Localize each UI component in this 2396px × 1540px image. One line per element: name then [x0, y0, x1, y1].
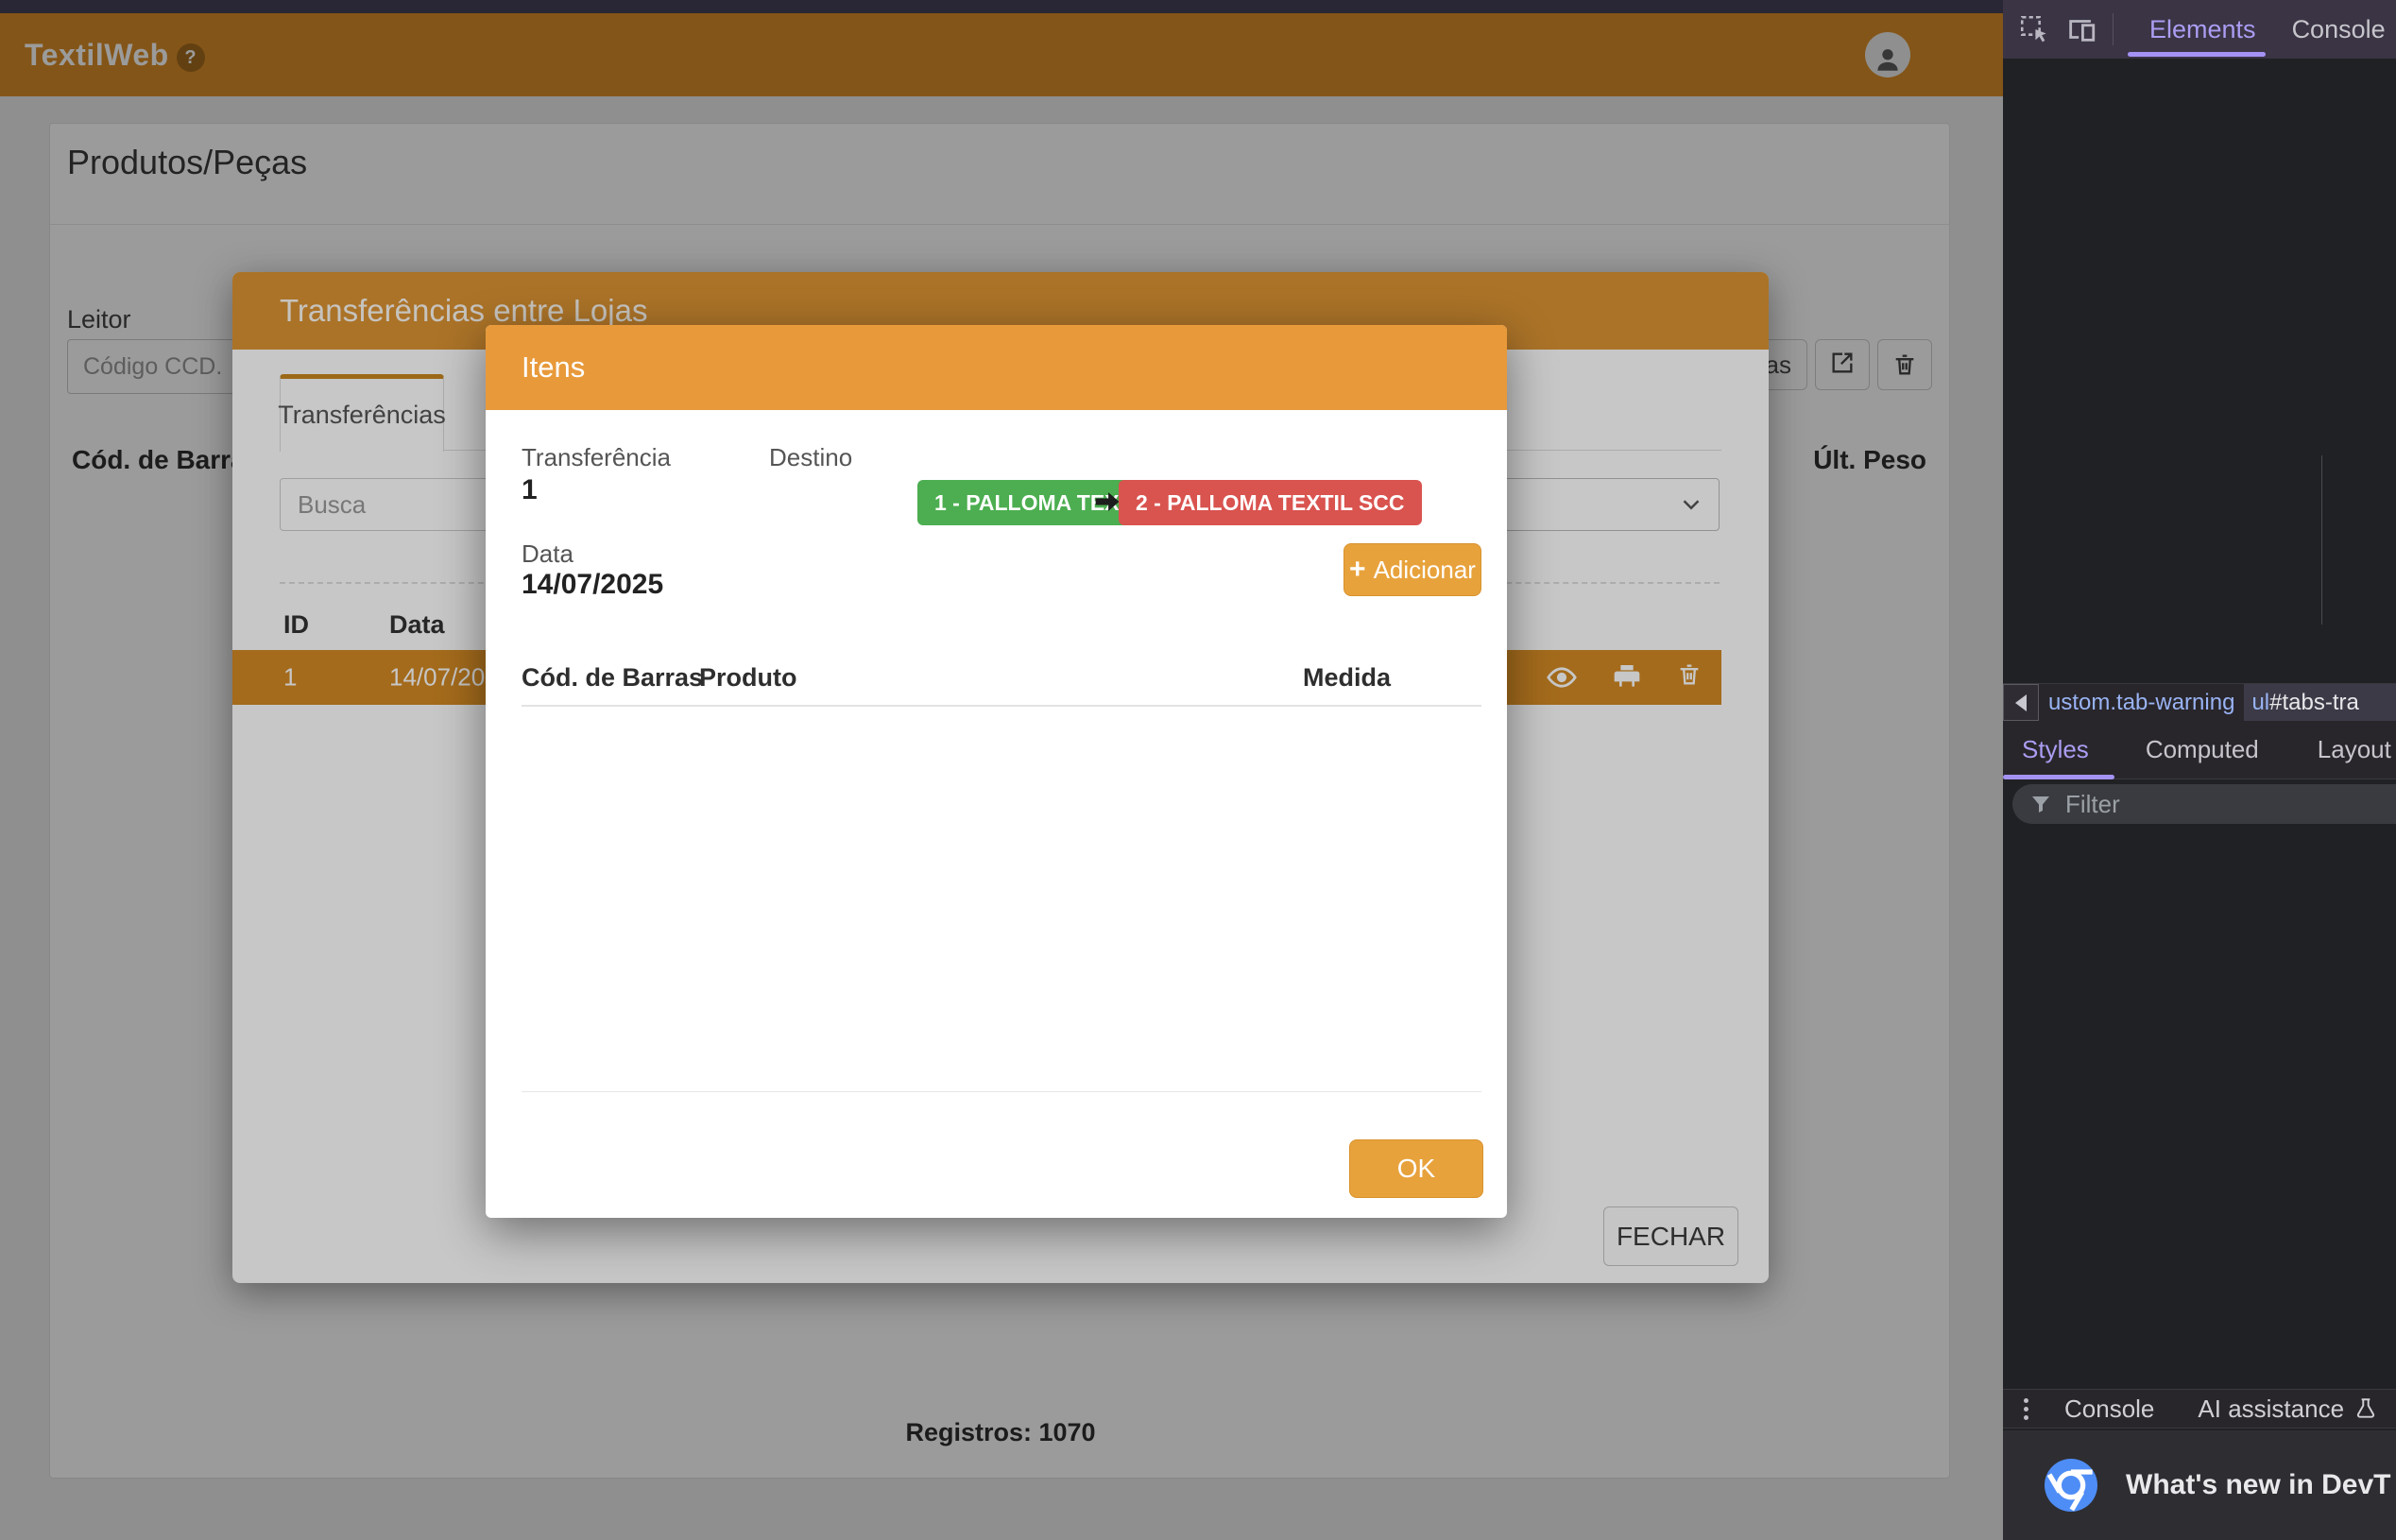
kebab-menu-icon[interactable] [2024, 1398, 2028, 1420]
dom-tree[interactable] [2003, 59, 2396, 683]
itens-col-produto: Produto [699, 663, 796, 693]
filter-icon [2029, 793, 2052, 815]
dom-breadcrumb: ustom.tab-warning ul#tabs-tra [2003, 683, 2396, 721]
styles-active-underline [2003, 775, 2114, 779]
devtools-drawer: Console AI assistance [2003, 1389, 2396, 1429]
tab-layout[interactable]: Layout [2318, 735, 2391, 764]
adicionar-label: Adicionar [1374, 556, 1476, 585]
breadcrumb-item-active[interactable]: ul#tabs-tra [2244, 684, 2396, 721]
active-tab-underline [2128, 52, 2266, 57]
crumb-tag: ul [2251, 690, 2269, 716]
tab-computed[interactable]: Computed [2146, 735, 2259, 764]
itens-col-barcode: Cód. de Barras [522, 663, 703, 693]
devtools-panel: Elements Console ustom.tab-warning ul#ta… [2003, 0, 2396, 1540]
breadcrumb-back-button[interactable] [2003, 684, 2039, 721]
arrow-right-icon [1090, 486, 1122, 518]
transferencia-label: Transferência [522, 443, 671, 472]
styles-filter-input[interactable]: Filter [2012, 784, 2396, 824]
crumb-id: #tabs-tra [2269, 690, 2359, 716]
ai-label: AI assistance [2198, 1395, 2344, 1424]
device-icon [2065, 13, 2097, 45]
chrome-icon [2041, 1455, 2101, 1515]
itens-modal: Itens Transferência 1 Destino 1 - PALLOM… [486, 325, 1507, 1218]
data-value: 14/07/2025 [522, 569, 663, 601]
breadcrumb-item[interactable]: ustom.tab-warning [2039, 684, 2244, 721]
data-label: Data [522, 539, 573, 569]
left-triangle-icon [2015, 694, 2027, 711]
plus-icon: + [1349, 554, 1366, 586]
itens-modal-header: Itens [486, 325, 1507, 410]
css-rules[interactable] [2003, 835, 2396, 1389]
itens-modal-title: Itens [522, 351, 585, 385]
whatsnew-banner[interactable]: What's new in DevT [2003, 1430, 2396, 1540]
itens-footer-divider [522, 1091, 1481, 1092]
devtools-topbar: Elements Console [2003, 0, 2396, 59]
adicionar-button[interactable]: + Adicionar [1343, 543, 1481, 596]
itens-col-medida: Medida [1147, 663, 1391, 693]
tab-styles[interactable]: Styles [2022, 735, 2089, 764]
dom-tree-guide-line [2321, 455, 2322, 625]
itens-header-divider [522, 705, 1481, 707]
whatsnew-text: What's new in DevT [2126, 1469, 2391, 1501]
styles-tabbar: Styles Computed Layout [2003, 721, 2396, 779]
inspect-icon [2018, 13, 2050, 45]
drawer-tab-ai[interactable]: AI assistance [2198, 1395, 2378, 1424]
destino-badge: 2 - PALLOMA TEXTIL SCC [1119, 480, 1422, 525]
tab-console[interactable]: Console [2292, 15, 2386, 44]
destino-label: Destino [769, 443, 852, 472]
screen: TextilWeb? Produtos/Peças Leitor etas Có… [0, 0, 2396, 1540]
ok-button[interactable]: OK [1349, 1139, 1483, 1198]
tab-elements[interactable]: Elements [2149, 15, 2256, 44]
drawer-tab-console[interactable]: Console [2064, 1395, 2154, 1424]
flask-icon [2353, 1396, 2378, 1421]
transferencia-value: 1 [522, 474, 538, 506]
filter-placeholder: Filter [2065, 790, 2120, 819]
topbar-separator [2113, 13, 2114, 45]
